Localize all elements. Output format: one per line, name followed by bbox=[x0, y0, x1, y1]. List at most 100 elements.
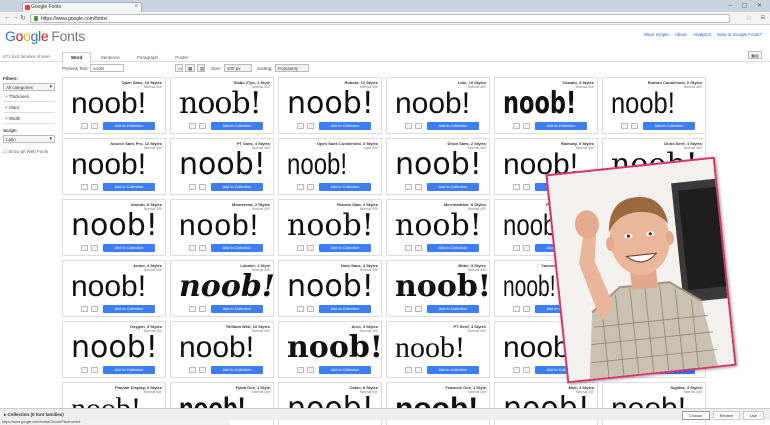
font-card[interactable]: PT Sans, 4 Styles Normal 400 noob! Add to C… bbox=[170, 138, 274, 195]
filter-width[interactable]: + Width bbox=[3, 116, 55, 124]
font-card[interactable]: Slabo 27px, 1 Style Normal 400 noob! Add to… bbox=[170, 77, 274, 134]
font-card[interactable]: Montserrat, 2 Styles Normal 400 noob! Add t… bbox=[170, 199, 274, 256]
quick-use-icon[interactable] bbox=[513, 245, 520, 251]
quick-use-icon[interactable] bbox=[81, 245, 88, 251]
view-small-icon[interactable]: ▭ bbox=[175, 64, 183, 72]
grid-view-toggle[interactable]: ▦▤ bbox=[748, 51, 762, 59]
link-more-scripts[interactable]: More scripts bbox=[644, 32, 669, 37]
quick-use-icon[interactable] bbox=[189, 245, 196, 251]
quick-use-icon[interactable] bbox=[81, 123, 88, 129]
add-to-collection-button[interactable]: Add to Collection bbox=[211, 366, 263, 374]
pop-out-icon[interactable] bbox=[415, 367, 422, 373]
pop-out-icon[interactable] bbox=[91, 123, 98, 129]
pop-out-icon[interactable] bbox=[199, 245, 206, 251]
add-to-collection-button[interactable]: Add to Collection bbox=[427, 122, 479, 130]
quick-use-icon[interactable] bbox=[513, 123, 520, 129]
sorting-select[interactable]: Popularity bbox=[275, 64, 309, 72]
bookmark-star-icon[interactable]: ☆ bbox=[746, 14, 752, 22]
pop-out-icon[interactable] bbox=[415, 245, 422, 251]
font-card[interactable]: Droid Sans, 2 Styles Normal 400 noob! Add t… bbox=[386, 138, 490, 195]
close-tab-icon[interactable]: × bbox=[134, 3, 138, 12]
add-to-collection-button[interactable]: Add to Collection bbox=[211, 183, 263, 191]
add-to-collection-button[interactable]: Add to Collection bbox=[319, 366, 371, 374]
quick-use-icon[interactable] bbox=[513, 367, 520, 373]
font-card[interactable]: Roboto, 12 Styles Normal 400 noob! Add to C… bbox=[278, 77, 382, 134]
add-to-collection-button[interactable]: Add to Collection bbox=[211, 244, 263, 252]
quick-use-icon[interactable] bbox=[297, 184, 304, 190]
quick-use-icon[interactable] bbox=[189, 306, 196, 312]
pop-out-icon[interactable] bbox=[199, 184, 206, 190]
add-to-collection-button[interactable]: Add to Collection bbox=[319, 305, 371, 313]
pop-out-icon[interactable] bbox=[523, 306, 530, 312]
collection-toggle[interactable]: ▸ Collection (0 font families) bbox=[4, 412, 64, 418]
quick-use-icon[interactable] bbox=[513, 184, 520, 190]
script-select[interactable]: Latin bbox=[3, 135, 55, 143]
font-card[interactable]: Merriweather, 8 Styles Normal 400 noob! Add… bbox=[386, 199, 490, 256]
view-grid-icon[interactable]: ▦ bbox=[185, 64, 195, 72]
quick-use-icon[interactable] bbox=[513, 306, 520, 312]
quick-use-icon[interactable] bbox=[405, 367, 412, 373]
add-to-collection-button[interactable]: Add to Collection bbox=[211, 122, 263, 130]
pop-out-icon[interactable] bbox=[307, 367, 314, 373]
pop-out-icon[interactable] bbox=[523, 367, 530, 373]
use-button[interactable]: Use bbox=[742, 411, 764, 420]
font-card[interactable]: Roboto Slab, 4 Styles Normal 400 noob! Add … bbox=[278, 199, 382, 256]
choose-button[interactable]: Choose bbox=[681, 411, 710, 420]
browser-tab[interactable]: Google Fonts × bbox=[22, 2, 142, 12]
quick-use-icon[interactable] bbox=[189, 123, 196, 129]
font-card[interactable]: Lobster, 1 Style Normal 400 noob! Add to Co… bbox=[170, 260, 274, 317]
show-all-checkbox[interactable]: ☐ Show all Web Fonts bbox=[3, 149, 55, 155]
font-card[interactable]: Open Sans Condensed, 3 Styles Light 300 no… bbox=[278, 138, 382, 195]
pop-out-icon[interactable] bbox=[415, 306, 422, 312]
url-input[interactable]: https://www.google.com/fonts/ bbox=[30, 14, 730, 23]
add-to-collection-button[interactable]: Add to Collection bbox=[103, 122, 155, 130]
add-to-collection-button[interactable]: Add to Collection bbox=[103, 366, 155, 374]
size-select[interactable]: 100 px bbox=[224, 64, 252, 72]
quick-use-icon[interactable] bbox=[189, 367, 196, 373]
quick-use-icon[interactable] bbox=[297, 367, 304, 373]
add-to-collection-button[interactable]: Add to Collection bbox=[643, 122, 695, 130]
quick-use-icon[interactable] bbox=[297, 245, 304, 251]
filter-thickness[interactable]: + Thickness bbox=[3, 94, 55, 102]
link-new-to-fonts[interactable]: New to Google Fonts? bbox=[717, 32, 762, 37]
filter-slant[interactable]: + Slant bbox=[3, 105, 55, 113]
quick-use-icon[interactable] bbox=[405, 184, 412, 190]
font-card[interactable]: Ubuntu, 8 Styles Normal 400 noob! Add to Co… bbox=[62, 199, 166, 256]
pop-out-icon[interactable] bbox=[91, 245, 98, 251]
font-card[interactable]: PT Serif, 4 Styles Normal 400 noob! Add to … bbox=[386, 321, 490, 378]
quick-use-icon[interactable] bbox=[621, 123, 628, 129]
font-card[interactable]: Oxygen, 3 Styles Normal 400 noob! Add to Co… bbox=[62, 321, 166, 378]
pop-out-icon[interactable] bbox=[415, 123, 422, 129]
font-card[interactable]: Source Sans Pro, 12 Styles Normal 400 noob… bbox=[62, 138, 166, 195]
menu-icon[interactable]: ≡ bbox=[760, 13, 765, 22]
pop-out-icon[interactable] bbox=[199, 367, 206, 373]
pop-out-icon[interactable] bbox=[199, 306, 206, 312]
add-to-collection-button[interactable]: Add to Collection bbox=[427, 244, 479, 252]
pop-out-icon[interactable] bbox=[523, 245, 530, 251]
pop-out-icon[interactable] bbox=[199, 123, 206, 129]
pop-out-icon[interactable] bbox=[307, 306, 314, 312]
tab-paragraph[interactable]: Paragraph bbox=[129, 53, 166, 62]
tab-poster[interactable]: Poster bbox=[167, 53, 196, 62]
font-card[interactable]: Arimo, 4 Styles Normal 400 noob! Add to Col… bbox=[62, 260, 166, 317]
quick-use-icon[interactable] bbox=[81, 367, 88, 373]
window-controls[interactable]: – ▢ ✕ bbox=[729, 2, 766, 9]
tab-word[interactable]: Word bbox=[62, 52, 92, 63]
pop-out-icon[interactable] bbox=[91, 306, 98, 312]
pop-out-icon[interactable] bbox=[91, 367, 98, 373]
quick-use-icon[interactable] bbox=[405, 245, 412, 251]
add-to-collection-button[interactable]: Add to Collection bbox=[427, 366, 479, 374]
reload-icon[interactable]: ↻ bbox=[20, 14, 26, 22]
quick-use-icon[interactable] bbox=[297, 306, 304, 312]
preview-text-input[interactable]: noob! bbox=[90, 64, 124, 72]
font-card[interactable]: Arvo, 4 Styles Normal 400 noob! Add to Coll… bbox=[278, 321, 382, 378]
google-fonts-logo[interactable]: Google Fonts bbox=[5, 28, 85, 44]
pop-out-icon[interactable] bbox=[415, 184, 422, 190]
forward-icon[interactable]: → bbox=[12, 14, 19, 21]
pop-out-icon[interactable] bbox=[307, 184, 314, 190]
pop-out-icon[interactable] bbox=[307, 123, 314, 129]
pop-out-icon[interactable] bbox=[307, 245, 314, 251]
quick-use-icon[interactable] bbox=[81, 184, 88, 190]
tab-sentence[interactable]: Sentence bbox=[93, 53, 128, 62]
quick-use-icon[interactable] bbox=[405, 306, 412, 312]
